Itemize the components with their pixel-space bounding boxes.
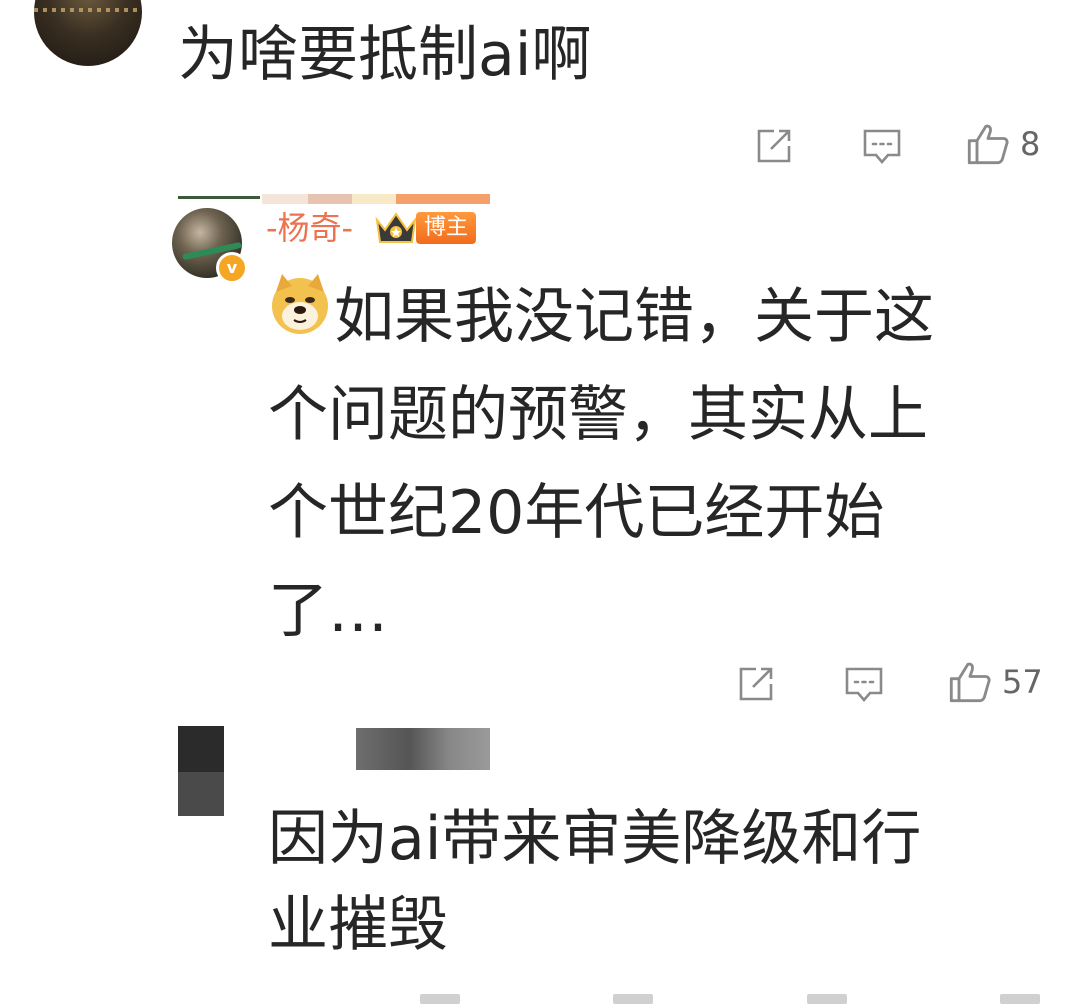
username[interactable]: -杨奇- (266, 208, 353, 248)
share-icon (739, 667, 773, 701)
blogger-badge: 博主 (416, 212, 477, 244)
share-icon (757, 129, 791, 163)
avatar[interactable] (34, 0, 142, 66)
username-redacted (356, 728, 490, 770)
comment-line: 因为ai带来审美降级和行 (268, 804, 922, 874)
verified-icon: v (216, 252, 248, 284)
comment-text: 为啥要抵制ai啊 (178, 20, 592, 90)
like-count: 8 (1020, 125, 1041, 163)
like-button[interactable]: 8 (966, 122, 1040, 166)
decoration-line (178, 196, 260, 199)
comment-thread: 为啥要抵制ai啊 8 v -杨奇- 博主 如果我没记错，关于这 个问题的预警，其… (0, 0, 1080, 1004)
crown-icon (375, 212, 417, 243)
comment-line: 个世纪20年代已经开始 (268, 478, 885, 548)
share-button[interactable] (736, 664, 776, 704)
comment-line: 业摧毁 (268, 890, 448, 960)
comment-line: 了… (268, 576, 388, 646)
comment-button[interactable] (862, 126, 902, 166)
comment-line: 如果我没记错，关于这 (334, 282, 934, 352)
comment-text: 如果我没记错，关于这 个问题的预警，其实从上 个世纪20年代已经开始 了… (268, 268, 1028, 660)
next-comment-hint (420, 994, 1040, 1004)
decoration-bar (262, 194, 490, 204)
share-button[interactable] (754, 126, 794, 166)
comment-line: 个问题的预警，其实从上 (268, 380, 928, 450)
comment-icon (845, 667, 883, 702)
comment-icon (863, 129, 901, 164)
like-icon (949, 662, 991, 703)
comment-button[interactable] (844, 664, 884, 704)
like-count: 57 (1002, 663, 1043, 701)
comment-text: 因为ai带来审美降级和行 业摧毁 (268, 796, 1028, 968)
avatar[interactable] (178, 726, 224, 816)
like-icon (967, 124, 1009, 165)
like-button[interactable]: 57 (948, 660, 1043, 704)
